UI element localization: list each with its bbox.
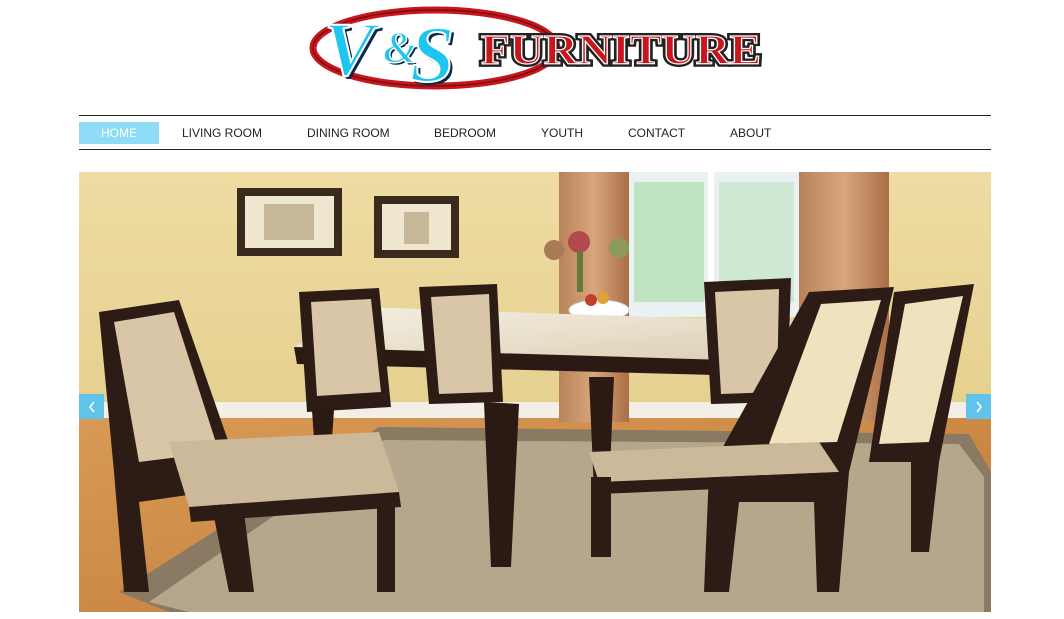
nav-home[interactable]: HOME — [79, 122, 159, 144]
slider-prev-button[interactable] — [79, 394, 104, 419]
nav-dining-room[interactable]: DINING ROOM — [307, 122, 390, 144]
slide-image-dining-set — [79, 172, 991, 612]
nav-youth[interactable]: YOUTH — [541, 122, 583, 144]
logo-graphic: V V & & S S FURNITURE FURNITURE — [309, 6, 764, 94]
chevron-left-icon — [88, 401, 95, 412]
svg-text:V: V — [324, 8, 380, 92]
svg-text:FURNITURE: FURNITURE — [481, 28, 761, 74]
nav-living-room[interactable]: LIVING ROOM — [182, 122, 262, 144]
nav-about[interactable]: ABOUT — [730, 122, 771, 144]
svg-text:S: S — [410, 11, 455, 94]
nav-bedroom[interactable]: BEDROOM — [434, 122, 496, 144]
slider-next-button[interactable] — [966, 394, 991, 419]
hero-slider[interactable] — [79, 172, 991, 612]
site-logo[interactable]: V V & & S S FURNITURE FURNITURE — [305, 2, 767, 94]
nav-contact[interactable]: CONTACT — [628, 122, 685, 144]
main-nav: HOME LIVING ROOM DINING ROOM BEDROOM YOU… — [79, 115, 991, 150]
chevron-right-icon — [975, 401, 982, 412]
